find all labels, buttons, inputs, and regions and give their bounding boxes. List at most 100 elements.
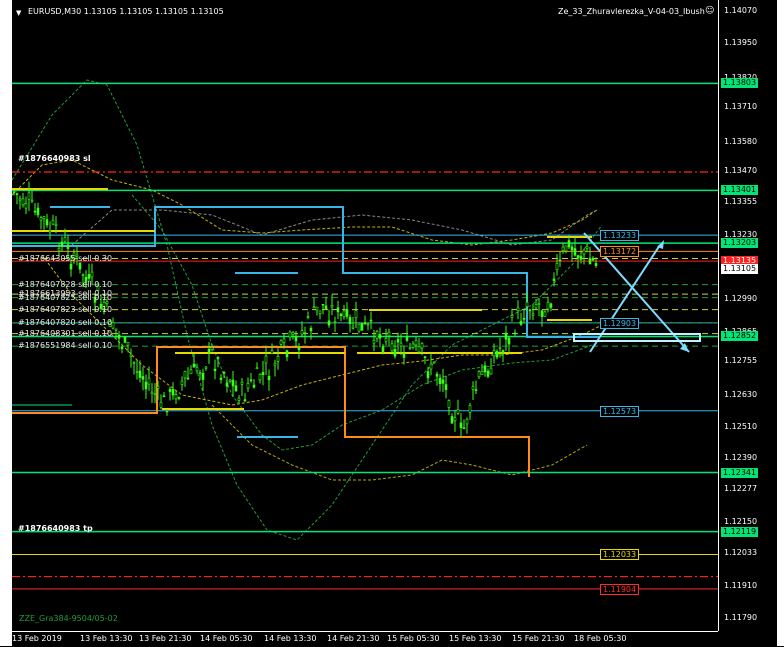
candle-body (447, 400, 451, 408)
y-tick-label: 1.12390 (724, 453, 758, 463)
left-border (0, 0, 12, 646)
candle-body (393, 349, 397, 357)
plot-area[interactable]: #1876640983 sl #1876643055 sell 0.30 #1876… (11, 5, 718, 631)
candle-body (540, 310, 544, 317)
candle-body (213, 368, 217, 372)
candle-body (573, 248, 577, 256)
candle-body (246, 382, 250, 389)
candle-body (351, 326, 355, 329)
candle-body (534, 304, 538, 309)
indicator-curve-3 (41, 254, 603, 406)
x-tick-label: 13 Feb 21:30 (139, 634, 192, 643)
boxed-level-label: 1.13172 (600, 246, 640, 258)
candle-body (306, 316, 310, 318)
candle-body (282, 338, 286, 343)
indicator-curve-2 (11, 159, 598, 246)
time-axis[interactable]: 13 Feb 2019 13 Feb 13:30 13 Feb 21:30 14 Fe… (12, 631, 718, 647)
candle-body (402, 353, 406, 358)
boxed-level-label: 1.12573 (600, 405, 640, 417)
candle-body (363, 322, 367, 325)
candle-body (159, 402, 163, 408)
candle-body (471, 386, 475, 390)
candle-body (252, 384, 256, 388)
x-tick-label: 14 Feb 13:30 (264, 634, 317, 643)
candle-body (492, 350, 496, 357)
boxed-level-label: 1.11904 (600, 583, 640, 595)
candle-body (450, 416, 454, 424)
candle-body (270, 350, 274, 354)
candle-body (183, 371, 187, 379)
candle-body (66, 244, 70, 249)
candle-body (225, 382, 229, 387)
candle-body (519, 320, 523, 325)
candle-body (261, 372, 265, 376)
boxed-level-label: 1.12903 (600, 317, 640, 329)
candle-body (87, 274, 91, 279)
candle-body (318, 310, 322, 314)
candle-body (231, 379, 235, 387)
candle-body (570, 246, 574, 251)
candle-body (366, 323, 370, 326)
candle-body (279, 340, 283, 345)
y-tick-label: 1.11910 (724, 581, 758, 591)
candle-body (147, 377, 151, 385)
order-label: #1876640983 sl (18, 153, 91, 163)
candle-body (195, 367, 199, 372)
candle-body (483, 365, 487, 373)
candle-body (60, 241, 64, 247)
menu-arrow-icon[interactable]: ▼ (16, 9, 21, 17)
price-tag: 1.13803 (721, 78, 759, 89)
candle-body (276, 356, 280, 362)
candle-body (414, 339, 418, 346)
chart-window[interactable]: #1876640983 sl #1876643055 sell 0.30 #1876… (0, 0, 784, 646)
x-tick-label: 14 Feb 21:30 (327, 634, 380, 643)
price-tag: 1.13401 (721, 185, 759, 196)
y-tick-label: 1.12033 (724, 548, 758, 558)
candle-body (294, 336, 298, 342)
candle-body (42, 216, 46, 220)
candle-body (237, 397, 241, 401)
candle-body (582, 249, 586, 255)
candle-body (180, 380, 184, 385)
smiley-icon: ☺ (705, 6, 715, 16)
candle-body (303, 332, 307, 334)
candle-body (174, 394, 178, 400)
candle-body (192, 363, 196, 368)
order-label: #1876643055 sell 0.30 (18, 253, 113, 263)
candle-body (54, 223, 58, 226)
candle-body (342, 310, 346, 318)
candle-body (123, 336, 127, 343)
y-tick-label: 1.12990 (724, 293, 758, 303)
y-tick-label: 1.13950 (724, 38, 758, 48)
bottom-left-text: ZZE_Gra384-9504/05-02 (19, 614, 118, 623)
candle-body (453, 417, 457, 422)
candle-body (285, 350, 289, 358)
candle-body (357, 323, 361, 332)
order-label: #1876551984 sell 0.10 (18, 341, 113, 351)
candle-body (33, 210, 37, 213)
candle-body (552, 278, 556, 281)
candle-body (21, 198, 25, 206)
candle-body (525, 301, 529, 307)
order-label: #1876407825 sell 0.10 (18, 292, 113, 302)
x-tick-label: 13 Feb 13:30 (80, 634, 133, 643)
candle-body (273, 363, 277, 366)
candle-body (243, 399, 247, 402)
y-tick-label: 1.12150 (724, 517, 758, 527)
price-axis[interactable]: 1.14070 1.13950 1.13820 1.13710 1.13580 1.134… (718, 0, 778, 631)
candle-body (216, 357, 220, 360)
y-tick-label: 1.13710 (724, 102, 758, 112)
candle-body (588, 258, 592, 265)
indicator-label: Ze_33_Zhuravlerezka_V-04-03_Ibush (558, 7, 705, 16)
candle-body (30, 199, 34, 202)
candle-body (315, 306, 319, 311)
y-tick-label: 1.12277 (724, 483, 758, 493)
y-tick-label: 1.12630 (724, 389, 758, 399)
candle-body (126, 342, 130, 346)
boxed-level-label: 1.13233 (600, 230, 640, 242)
candle-body (129, 354, 133, 358)
candle-body (495, 351, 499, 358)
candle-body (435, 373, 439, 377)
candle-body (333, 320, 337, 323)
candle-body (24, 203, 28, 209)
